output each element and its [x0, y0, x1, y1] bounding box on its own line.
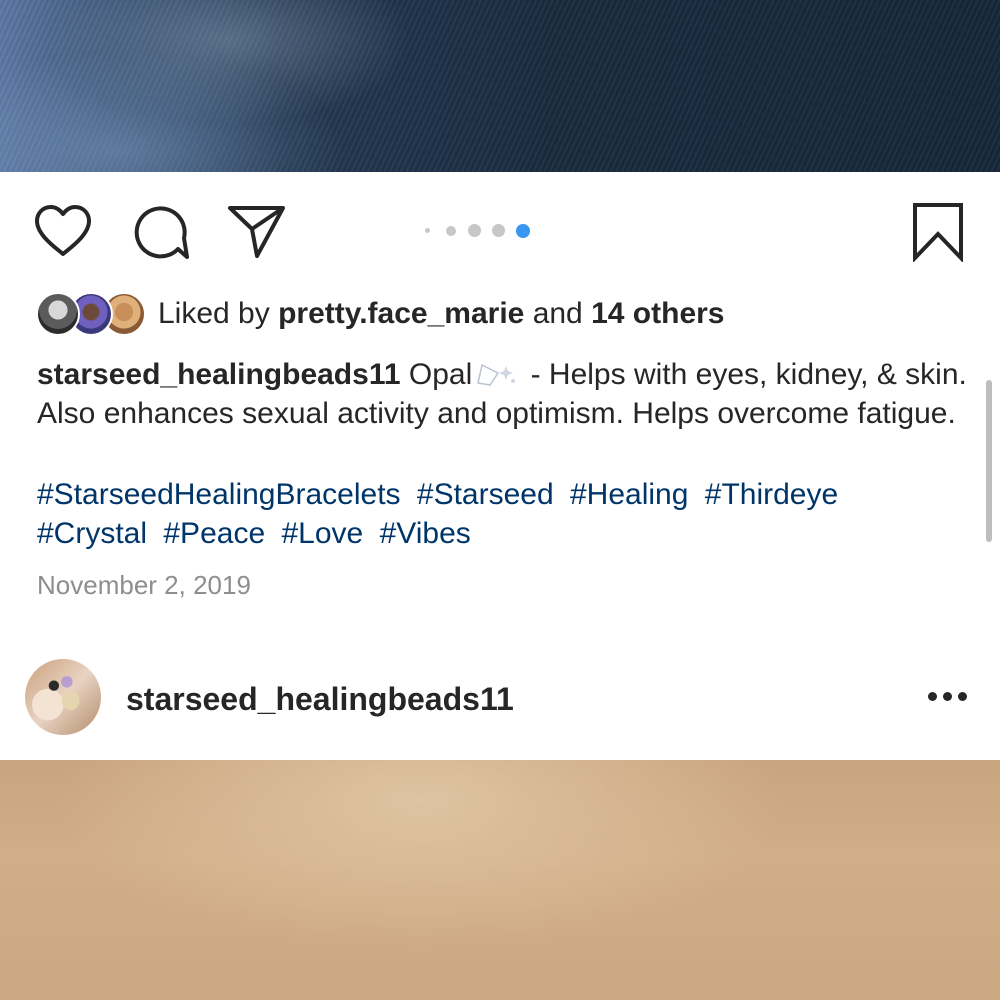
hashtag-link[interactable]: #Crystal: [37, 517, 147, 550]
post-author-username[interactable]: starseed_healingbeads11: [126, 680, 514, 718]
bookmark-icon[interactable]: [912, 202, 964, 262]
hashtag-link[interactable]: #Thirdeye: [705, 478, 838, 511]
hashtag-link[interactable]: #Starseed: [417, 478, 554, 511]
hashtag-link[interactable]: #Love: [281, 517, 363, 550]
caption-username[interactable]: starseed_healingbeads11: [37, 358, 401, 391]
hashtag-link[interactable]: #Vibes: [380, 517, 471, 550]
carousel-indicator: [420, 223, 540, 239]
likes-row[interactable]: Liked by pretty.face_marie and 14 others: [36, 290, 936, 336]
comment-icon[interactable]: [133, 205, 189, 261]
likes-prefix: Liked by: [158, 297, 270, 330]
carousel-dot: [446, 226, 456, 236]
post-action-bar: [0, 172, 1000, 287]
carousel-dot-active: [516, 224, 530, 238]
liker-username[interactable]: pretty.face_marie: [278, 297, 524, 330]
sparkle-emoji-icon: [476, 358, 518, 386]
carousel-dot: [425, 228, 430, 233]
more-options-icon[interactable]: [928, 691, 968, 703]
post-caption: starseed_healingbeads11 Opal - Helps wit…: [37, 355, 972, 433]
scrollbar[interactable]: [986, 380, 992, 542]
hashtag-list: #StarseedHealingBracelets #Starseed #Hea…: [37, 475, 972, 553]
avatar[interactable]: [25, 659, 101, 735]
liker-avatar: [36, 292, 80, 336]
carousel-dot: [492, 224, 505, 237]
likes-conjunction: and: [532, 297, 583, 330]
next-post-image[interactable]: [0, 760, 1000, 1000]
likes-others-count[interactable]: 14 others: [591, 297, 724, 330]
likes-text: Liked by pretty.face_marie and 14 others: [158, 297, 724, 331]
next-post-header: starseed_healingbeads11: [0, 650, 1000, 750]
hashtag-link[interactable]: #Healing: [570, 478, 688, 511]
post-image[interactable]: [0, 0, 1000, 172]
share-icon[interactable]: [227, 204, 287, 260]
caption-text-start: Opal: [408, 358, 473, 391]
hashtag-link[interactable]: #Peace: [163, 517, 265, 550]
carousel-dot: [468, 224, 481, 237]
hashtag-link[interactable]: #StarseedHealingBracelets: [37, 478, 401, 511]
heart-icon[interactable]: [34, 204, 92, 258]
post-date: November 2, 2019: [37, 570, 251, 600]
